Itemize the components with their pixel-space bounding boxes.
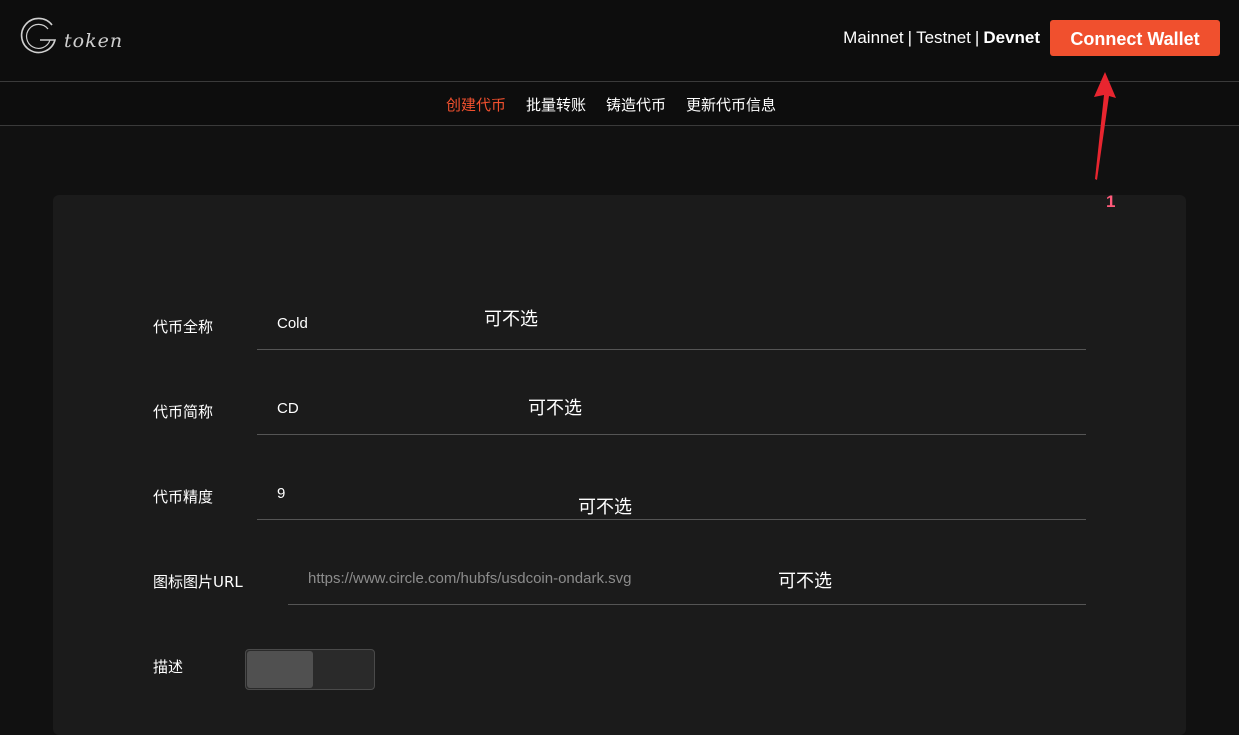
network-switcher: Mainnet | Testnet | Devnet xyxy=(843,28,1040,48)
tab-mint-token[interactable]: 铸造代币 xyxy=(606,94,666,115)
logo-text: token xyxy=(64,30,124,52)
tab-batch-transfer[interactable]: 批量转账 xyxy=(526,94,586,115)
annotation-arrow-icon xyxy=(1094,72,1116,180)
annotation-number: 1 xyxy=(1106,192,1116,211)
logo[interactable]: token xyxy=(18,14,128,58)
icon-url-underline xyxy=(288,604,1086,605)
connect-wallet-button[interactable]: Connect Wallet xyxy=(1050,20,1220,56)
icon-url-note: 可不选 xyxy=(778,571,832,592)
tab-update-token-info[interactable]: 更新代币信息 xyxy=(686,94,776,115)
token-name-label: 代币全称 xyxy=(153,318,214,336)
icon-url-input[interactable]: https://www.circle.com/hubfs/usdcoin-ond… xyxy=(308,570,631,587)
network-separator: | xyxy=(974,28,980,47)
token-name-input[interactable]: Cold xyxy=(277,315,308,332)
g-logo-icon xyxy=(20,17,57,54)
token-decimals-input[interactable]: 9 xyxy=(277,485,285,502)
toggle-knob xyxy=(247,651,313,688)
top-header: token Mainnet | Testnet | Devnet Connect Wal… xyxy=(0,0,1239,81)
network-separator: | xyxy=(907,28,913,47)
token-symbol-label: 代币简称 xyxy=(153,403,214,421)
token-name-underline xyxy=(257,349,1086,350)
main-nav: 创建代币 批量转账 铸造代币 更新代币信息 xyxy=(0,81,1239,126)
token-decimals-note: 可不选 xyxy=(578,497,632,518)
network-devnet[interactable]: Devnet xyxy=(983,28,1040,47)
token-symbol-input[interactable]: CD xyxy=(277,400,299,417)
create-token-form-card xyxy=(53,195,1186,735)
icon-url-label: 图标图片URL xyxy=(153,573,243,591)
network-testnet[interactable]: Testnet xyxy=(916,28,971,47)
description-label: 描述 xyxy=(153,658,184,676)
network-mainnet[interactable]: Mainnet xyxy=(843,28,903,47)
token-symbol-underline xyxy=(257,434,1086,435)
token-symbol-note: 可不选 xyxy=(528,398,582,419)
token-decimals-label: 代币精度 xyxy=(153,488,214,506)
token-decimals-underline xyxy=(257,519,1086,520)
tab-create-token[interactable]: 创建代币 xyxy=(446,94,506,115)
token-name-note: 可不选 xyxy=(484,309,538,330)
description-toggle[interactable] xyxy=(245,649,375,690)
